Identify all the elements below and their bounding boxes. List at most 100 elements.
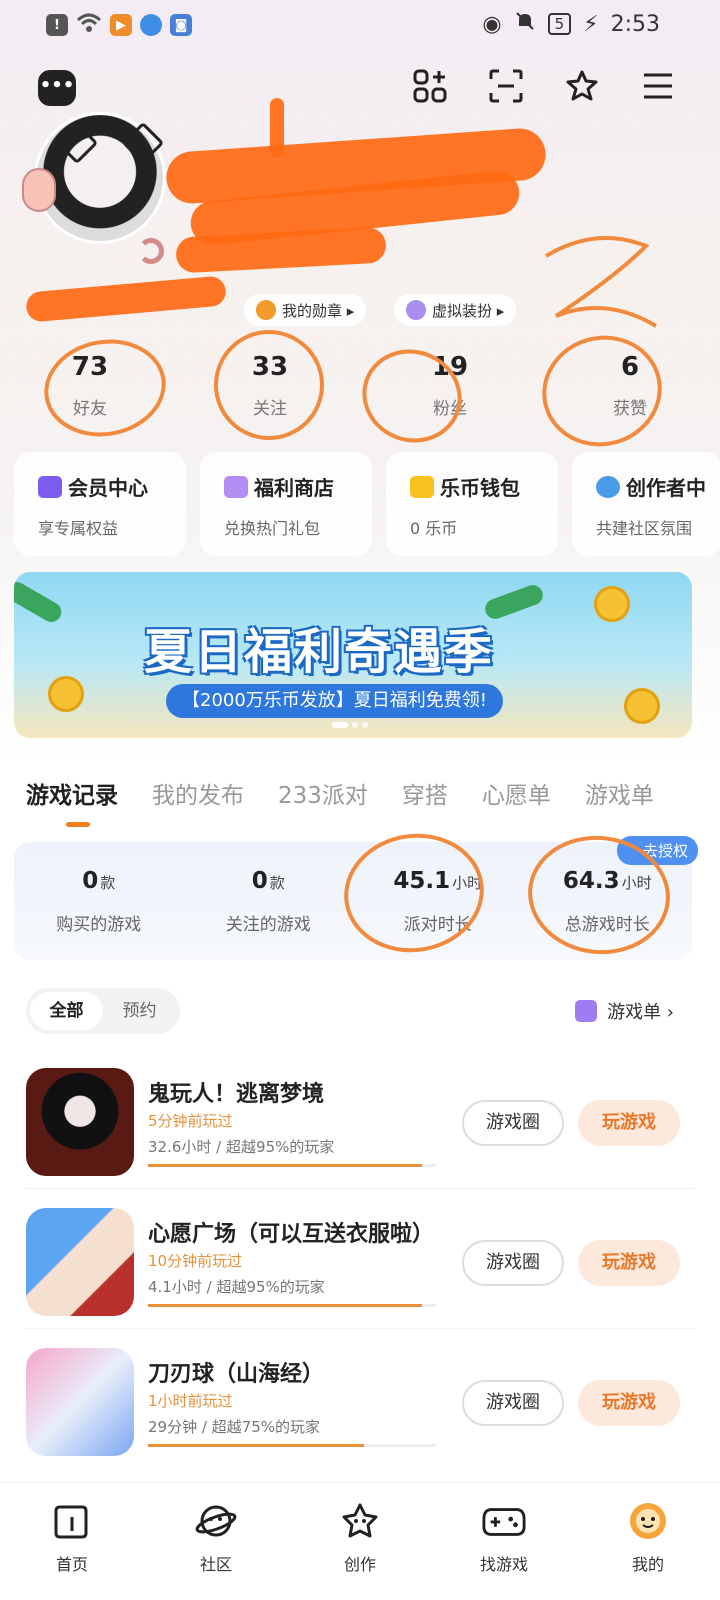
favorites-star-icon[interactable] [564, 68, 600, 104]
planet-icon [596, 475, 620, 498]
creator-center-card[interactable]: 创作者中 共建社区氛围 [572, 452, 720, 556]
stat-label: 购买的游戏 [56, 915, 142, 935]
game-list-button[interactable]: 游戏单 › [575, 998, 674, 1024]
annotation-circle [36, 330, 174, 446]
tab-game-record[interactable]: 游戏记录 [26, 776, 118, 810]
tab-outfit[interactable]: 穿搭 [402, 776, 448, 810]
medals-button[interactable]: 我的勋章 ▸ [244, 294, 367, 326]
app-notification-icon: ◙ [170, 14, 192, 36]
game-name: 刀刃球（山海经） [148, 1362, 325, 1387]
crown-icon [38, 475, 62, 498]
annotation-circle [529, 322, 675, 460]
nav-label: 社区 [199, 1555, 232, 1574]
tab-my-posts[interactable]: 我的发布 [152, 776, 244, 810]
card-title: 乐币钱包 [440, 476, 520, 500]
game-icon [26, 1208, 134, 1316]
nav-label: 找游戏 [479, 1555, 528, 1574]
nav-label: 首页 [55, 1555, 88, 1574]
wallet-card[interactable]: 乐币钱包 0 乐币 [386, 452, 558, 556]
carousel-dots [332, 722, 368, 728]
promo-banner[interactable]: 夏日福利奇遇季 【2000万乐币发放】夏日福利免费领! [14, 572, 692, 738]
menu-icon[interactable] [640, 68, 676, 104]
game-row[interactable]: 刀刃球（山海经） 1小时前玩过 29分钟 / 超越75%的玩家 游戏圈 玩游戏 [0, 1348, 720, 1488]
tab-wishlist[interactable]: 心愿单 [482, 776, 551, 810]
nav-community[interactable]: 社区 [144, 1483, 288, 1600]
tab-233-party[interactable]: 233派对 [278, 776, 368, 810]
card-title: 会员中心 [68, 476, 148, 500]
play-game-button[interactable]: 玩游戏 [578, 1100, 680, 1146]
status-bar: ! ▶ ◙ ◉ 5 ⚡ 2:53 [0, 0, 720, 48]
stat-purchased-games[interactable]: 0款 购买的游戏 [14, 842, 184, 960]
alert-icon: ! [46, 14, 68, 36]
card-subtitle: 兑换热门礼包 [224, 519, 321, 538]
sparkle-icon [575, 1000, 598, 1022]
coin-decoration [594, 586, 630, 622]
messages-icon[interactable]: ••• [38, 70, 76, 106]
add-apps-icon[interactable] [412, 68, 448, 104]
top-action-bar: ••• [0, 62, 720, 118]
redaction-scribble [25, 275, 227, 323]
game-icon [26, 1348, 134, 1456]
scan-icon[interactable] [488, 68, 524, 104]
avatar-decoration [138, 238, 164, 264]
welfare-store-card[interactable]: 福利商店 兑换热门礼包 [200, 452, 372, 556]
active-tab-indicator [66, 822, 90, 827]
last-played: 1小时前玩过 [148, 1392, 233, 1410]
rank-progress-bar [148, 1444, 436, 1447]
card-subtitle: 共建社区氛围 [596, 519, 693, 538]
banner-subline: 【2000万乐币发放】夏日福利免费领! [166, 684, 504, 718]
game-row[interactable]: 心愿广场（可以互送衣服啦） 10分钟前玩过 4.1小时 / 超越95%的玩家 游… [0, 1208, 720, 1348]
redaction-scribble [270, 98, 284, 158]
game-list-label: 游戏单 › [607, 1002, 674, 1023]
game-name: 鬼玩人！逃离梦境 [148, 1082, 325, 1107]
medals-label: 我的勋章 ▸ [282, 301, 355, 320]
card-subtitle: 0 乐币 [410, 519, 458, 538]
nav-home[interactable]: 首页 [0, 1483, 144, 1600]
game-circle-button[interactable]: 游戏圈 [462, 1240, 564, 1286]
coin-decoration [48, 676, 84, 712]
planet-icon [194, 1499, 238, 1543]
gift-icon [224, 475, 248, 498]
wallet-folder-icon [410, 475, 434, 498]
nav-label: 我的 [631, 1555, 664, 1574]
nav-create[interactable]: 创作 [288, 1483, 432, 1600]
stat-followed-games[interactable]: 0款 关注的游戏 [184, 842, 354, 960]
game-row[interactable]: 鬼玩人！逃离梦境 5分钟前玩过 32.6小时 / 超越95%的玩家 游戏圈 玩游… [0, 1068, 720, 1208]
mute-bell-icon [514, 10, 536, 38]
nav-find-games[interactable]: 找游戏 [432, 1483, 576, 1600]
game-circle-button[interactable]: 游戏圈 [462, 1380, 564, 1426]
card-title: 创作者中 [626, 476, 706, 500]
filter-all[interactable]: 全部 [30, 992, 103, 1030]
filter-reserved[interactable]: 预约 [103, 992, 176, 1030]
annotation-circle [214, 330, 324, 440]
vip-center-card[interactable]: 会员中心 享专属权益 [14, 452, 186, 556]
stat-unit: 款 [269, 874, 285, 892]
content-sheet: 游戏记录 我的发布 233派对 穿搭 心愿单 游戏单 0款 购买的游戏 0款 关… [0, 756, 720, 1600]
record-filter: 全部 预约 [26, 988, 180, 1034]
nav-me[interactable]: 我的 [576, 1483, 720, 1600]
last-played: 5分钟前玩过 [148, 1112, 233, 1130]
avatar-outfit-button[interactable]: 虚拟装扮 ▸ [394, 294, 517, 326]
nav-label: 创作 [343, 1555, 376, 1574]
palm-leaf-decoration [14, 578, 65, 626]
game-icon [26, 1068, 134, 1176]
service-cards: 会员中心 享专属权益 福利商店 兑换热门礼包 乐币钱包 0 乐币 创作者中 共建… [14, 452, 720, 556]
play-game-button[interactable]: 玩游戏 [578, 1240, 680, 1286]
home-icon [50, 1499, 94, 1543]
stat-label: 关注的游戏 [225, 915, 311, 935]
rank-progress-bar [148, 1164, 436, 1167]
browser-app-icon [140, 14, 162, 36]
game-circle-button[interactable]: 游戏圈 [462, 1100, 564, 1146]
eye-icon: ◉ [482, 11, 502, 37]
clock: 2:53 [610, 11, 660, 37]
play-game-button[interactable]: 玩游戏 [578, 1380, 680, 1426]
play-time: 29分钟 / 超越75%的玩家 [148, 1418, 321, 1436]
stat-value: 0 [82, 868, 99, 894]
cat-outfit-icon [406, 300, 426, 320]
gamepad-icon [482, 1499, 526, 1543]
tab-game-list[interactable]: 游戏单 [585, 776, 654, 810]
medal-icon [256, 300, 276, 320]
card-subtitle: 享专属权益 [38, 519, 119, 538]
avatar-outfit-label: 虚拟装扮 ▸ [432, 301, 505, 320]
video-app-icon: ▶ [110, 14, 132, 36]
